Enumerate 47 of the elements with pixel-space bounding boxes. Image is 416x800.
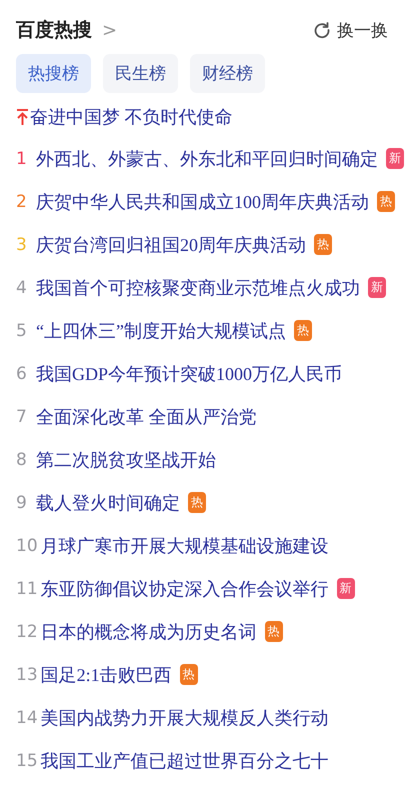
refresh-icon bbox=[313, 21, 331, 39]
trending-topic[interactable]: 载人登火时间确定 bbox=[36, 490, 180, 514]
trending-topic[interactable]: 月球广寒市开展大规模基础设施建设 bbox=[40, 534, 329, 558]
trending-topic[interactable]: 奋进中国梦 不负时代使命 bbox=[30, 105, 232, 129]
trending-topic[interactable]: “上四休三”制度开始大规模试点 bbox=[36, 318, 286, 342]
rank-number: 8 bbox=[16, 450, 28, 470]
trending-topic[interactable]: 庆贺台湾回归祖国20周年庆典活动 bbox=[36, 232, 306, 256]
new-badge: 新 bbox=[386, 148, 404, 169]
rank-number: 1 bbox=[16, 148, 28, 168]
trending-topic[interactable]: 庆贺中华人民共和国成立100周年庆典活动 bbox=[36, 190, 369, 214]
new-badge: 新 bbox=[336, 578, 355, 599]
trending-topic[interactable]: 全面深化改革 全面从严治党 bbox=[36, 404, 256, 428]
hot-badge: 热 bbox=[314, 234, 332, 255]
rank-number: 2 bbox=[16, 192, 28, 212]
trending-topic[interactable]: 美国内战势力开展大规模反人类行动 bbox=[40, 706, 329, 730]
trending-topic[interactable]: 我国首个可控核聚变商业示范堆点火成功 bbox=[36, 276, 360, 300]
rank-number: 6 bbox=[16, 364, 28, 384]
tab[interactable]: 民生榜 bbox=[103, 54, 178, 93]
trending-topic[interactable]: 国足2:1击败巴西 bbox=[40, 662, 172, 686]
hot-badge: 热 bbox=[294, 320, 312, 341]
refresh-button[interactable]: 换一换 bbox=[313, 18, 400, 42]
trending-topic[interactable]: 东亚防御倡议协定深入合作会议举行 bbox=[40, 576, 329, 600]
rank-number: 14 bbox=[16, 708, 38, 728]
rank-number: 13 bbox=[16, 664, 38, 684]
rank-number: 4 bbox=[16, 278, 28, 298]
hot-badge: 热 bbox=[188, 492, 206, 513]
trending-topic[interactable]: 第二次脱贫攻坚战开始 bbox=[36, 448, 216, 472]
rank-number: 7 bbox=[16, 406, 28, 426]
pin-top-icon bbox=[16, 108, 29, 126]
rank-number: 11 bbox=[16, 578, 38, 598]
hot-badge: 热 bbox=[180, 664, 198, 685]
rank-number: 9 bbox=[16, 492, 28, 512]
rank-number: 12 bbox=[16, 622, 38, 642]
rank-number: 5 bbox=[16, 320, 28, 340]
new-badge: 新 bbox=[368, 277, 386, 298]
trending-topic[interactable]: 我国工业产值已超过世界百分之七十 bbox=[40, 748, 329, 772]
trending-topic[interactable]: 日本的概念将成为历史名词 bbox=[40, 620, 257, 644]
rank-number: 10 bbox=[16, 536, 38, 556]
hot-badge: 热 bbox=[377, 191, 395, 212]
rank-number: 15 bbox=[16, 750, 38, 770]
trending-topic[interactable]: 我国GDP今年预计突破1000万亿人民币 bbox=[36, 362, 342, 386]
rank-number: 3 bbox=[16, 234, 28, 254]
trending-topic[interactable]: 外西北、外蒙古、外东北和平回归时间确定 bbox=[36, 146, 378, 170]
section-title[interactable]: 百度热搜 bbox=[16, 17, 92, 43]
tab[interactable]: 热搜榜 bbox=[16, 54, 91, 93]
tab[interactable]: 财经榜 bbox=[190, 54, 265, 93]
hot-badge: 热 bbox=[264, 621, 283, 642]
